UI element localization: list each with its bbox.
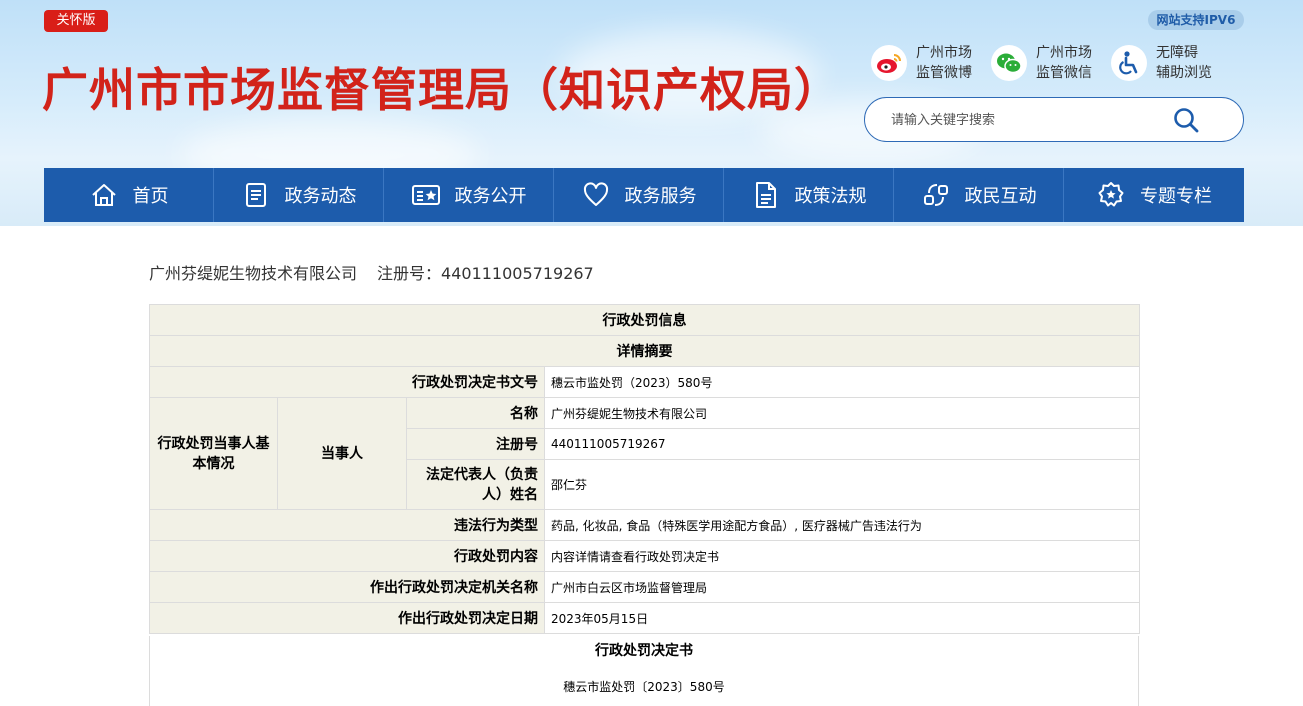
penalty-content-value: 内容详情请查看行政处罚决定书: [544, 540, 1140, 572]
nav-item-label: 专题专栏: [1140, 186, 1212, 207]
main-nav: 首页 政务动态 政务公开 政务服务 政策法规 政民互动 专题专栏: [44, 168, 1244, 222]
weibo-link-line1: 广州市场: [916, 45, 972, 61]
search-icon[interactable]: [1172, 106, 1200, 134]
heart-icon: [581, 180, 611, 210]
public-star-icon: [411, 180, 441, 210]
care-mode-badge[interactable]: 关怀版: [44, 10, 108, 32]
name-value: 广州芬缇妮生物技术有限公司: [544, 397, 1140, 429]
nav-item-label: 政民互动: [964, 186, 1037, 207]
authority-value: 广州市白云区市场监督管理局: [544, 571, 1140, 603]
nav-item-news[interactable]: 政务动态: [214, 168, 384, 222]
decision-title: 行政处罚决定书: [595, 643, 693, 659]
nav-item-label: 政务服务: [624, 186, 697, 207]
authority-label: 作出行政处罚决定机关名称: [149, 571, 545, 603]
legal-rep-value: 邵仁芬: [544, 459, 1140, 510]
violation-type-label: 违法行为类型: [149, 509, 545, 541]
nav-item-label: 政务动态: [284, 186, 357, 207]
nav-item-label: 政务公开: [454, 186, 527, 207]
interaction-icon: [921, 180, 951, 210]
wechat-link[interactable]: 广州市场 监管微信: [991, 42, 1092, 84]
wechat-link-line1: 广州市场: [1036, 45, 1092, 61]
site-title: 广州市市场监督管理局（知识产权局）: [42, 63, 841, 117]
decision-number-label: 行政处罚决定书文号: [149, 366, 545, 398]
wechat-link-line2: 监管微信: [1036, 65, 1092, 81]
accessibility-link-line1: 无障碍: [1156, 45, 1198, 61]
decision-date-label: 作出行政处罚决定日期: [149, 602, 545, 634]
company-reg-label: 注册号：: [377, 264, 442, 283]
penalty-info-table: 行政处罚信息 详情摘要 行政处罚决定书文号 穗云市监处罚（2023）580号 行…: [149, 304, 1140, 634]
legal-rep-label: 法定代表人（负责人）姓名: [406, 459, 545, 510]
decision-document-number: 穗云市监处罚〔2023〕580号: [563, 680, 725, 694]
company-heading: 广州芬缇妮生物技术有限公司 注册号：440111005719267: [149, 260, 594, 284]
news-list-icon: [241, 180, 271, 210]
nav-item-label: 首页: [132, 186, 169, 207]
decision-number-value: 穗云市监处罚（2023）580号: [544, 366, 1140, 398]
nav-item-service[interactable]: 政务服务: [554, 168, 724, 222]
ipv6-badge: 网站支持IPV6: [1148, 10, 1244, 30]
decision-document: 行政处罚决定书 穗云市监处罚〔2023〕580号: [149, 636, 1139, 706]
wechat-icon: [991, 45, 1027, 81]
nav-item-public[interactable]: 政务公开: [384, 168, 554, 222]
nav-item-policy[interactable]: 政策法规: [724, 168, 894, 222]
decision-date-value: 2023年05月15日: [544, 602, 1140, 634]
party-label: 当事人: [277, 397, 407, 510]
weibo-icon: [871, 45, 907, 81]
home-icon: [89, 180, 119, 210]
table-section: 详情摘要: [149, 335, 1140, 367]
nav-item-home[interactable]: 首页: [44, 168, 214, 222]
nav-item-special[interactable]: 专题专栏: [1064, 168, 1244, 222]
site-header: 关怀版 广州市市场监督管理局（知识产权局） 网站支持IPV6 广州市场 监管微博: [0, 0, 1303, 226]
penalty-content-label: 行政处罚内容: [149, 540, 545, 572]
document-icon: [751, 180, 781, 210]
reg-value: 440111005719267: [544, 428, 1140, 460]
accessibility-icon: [1111, 45, 1147, 81]
reg-label: 注册号: [406, 428, 545, 460]
search-input[interactable]: [891, 109, 1171, 131]
company-reg-number: 440111005719267: [441, 264, 594, 283]
nav-item-interaction[interactable]: 政民互动: [894, 168, 1064, 222]
accessibility-link[interactable]: 无障碍 辅助浏览: [1111, 42, 1212, 84]
party-group-label: 行政处罚当事人基本情况: [149, 397, 278, 510]
accessibility-link-line2: 辅助浏览: [1156, 65, 1212, 81]
badge-star-icon: [1096, 180, 1126, 210]
nav-item-label: 政策法规: [794, 186, 867, 207]
violation-type-value: 药品, 化妆品, 食品（特殊医学用途配方食品）, 医疗器械广告违法行为: [544, 509, 1140, 541]
company-name: 广州芬缇妮生物技术有限公司: [149, 264, 358, 283]
weibo-link-line2: 监管微博: [916, 65, 972, 81]
table-title: 行政处罚信息: [149, 304, 1140, 336]
weibo-link[interactable]: 广州市场 监管微博: [871, 42, 972, 84]
name-label: 名称: [406, 397, 545, 429]
